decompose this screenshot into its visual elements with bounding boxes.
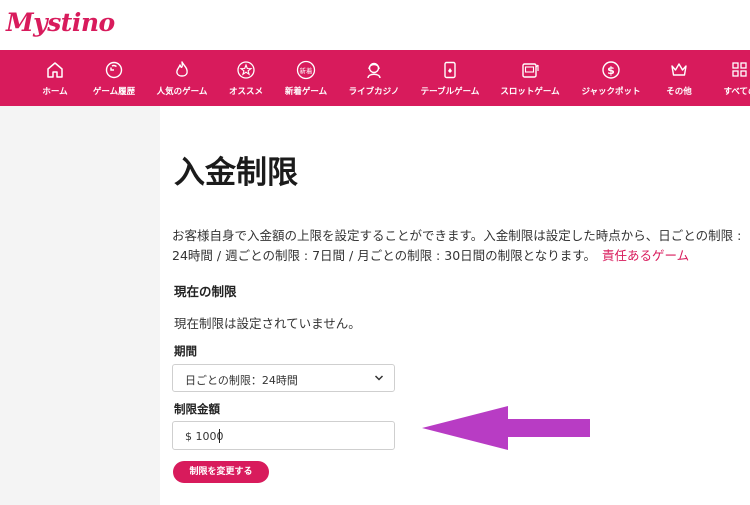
- nav-item-all[interactable]: すべての: [716, 50, 750, 106]
- dollar-coin-icon: $: [602, 61, 620, 79]
- home-icon: [47, 62, 63, 78]
- period-label: 期間: [174, 344, 197, 358]
- nav-label: 新着ゲーム: [284, 87, 328, 97]
- nav-item-jackpot[interactable]: $ ジャックポット: [580, 50, 642, 106]
- nav-label: ゲーム履歴: [92, 87, 136, 97]
- nav-item-home[interactable]: ホーム: [36, 50, 74, 106]
- limit-amount-input[interactable]: $ 1000: [172, 421, 395, 450]
- nav-label: オススメ: [228, 87, 263, 97]
- crown-icon: [671, 63, 687, 76]
- nav-label: ホーム: [42, 87, 68, 97]
- nav-item-popular[interactable]: 人気のゲーム: [153, 50, 211, 106]
- nav-item-new-games[interactable]: 新着 新着ゲーム: [282, 50, 330, 106]
- history-icon: [105, 61, 123, 79]
- main-nav: ホーム ゲーム履歴 人気のゲーム オススメ 新着 新着ゲーム ライブカジノ テー…: [0, 50, 750, 106]
- nav-item-history[interactable]: ゲーム履歴: [89, 50, 139, 106]
- grid-icon: [732, 62, 747, 77]
- limit-amount-value: $ 1000: [185, 430, 224, 443]
- nav-item-slot-games[interactable]: スロットゲーム: [498, 50, 562, 106]
- period-select[interactable]: 日ごとの制限：24時間: [172, 364, 395, 392]
- svg-text:$: $: [607, 64, 615, 77]
- cards-icon: [444, 61, 456, 79]
- amount-label: 制限金額: [174, 402, 220, 416]
- new-badge-text: 新着: [300, 66, 314, 75]
- change-limit-button[interactable]: 制限を変更する: [173, 461, 269, 483]
- deposit-limit-description: お客様自身で入金額の上限を設定することができます。入金制限は設定した時点から、日…: [172, 226, 744, 266]
- current-limit-text: 現在制限は設定されていません。: [174, 316, 361, 331]
- nav-label: すべての: [723, 87, 750, 97]
- new-badge-icon: 新着: [296, 60, 316, 80]
- responsible-gaming-link[interactable]: 責任あるゲーム: [602, 248, 689, 263]
- nav-label: ジャックポット: [581, 87, 641, 97]
- chevron-down-icon: [374, 375, 384, 381]
- nav-label: スロットゲーム: [500, 87, 560, 97]
- annotation-arrow: [422, 406, 590, 450]
- slot-machine-icon: [522, 63, 539, 78]
- nav-item-recommended[interactable]: オススメ: [228, 50, 264, 106]
- nav-label: ライブカジノ: [348, 87, 400, 97]
- period-selected-value: 日ごとの制限：24時間: [185, 374, 298, 387]
- top-bar: Mystino: [0, 0, 750, 50]
- flame-icon: [176, 61, 188, 77]
- arrow-shape: [422, 406, 590, 450]
- star-icon: [237, 61, 255, 79]
- page-title: 入金制限: [174, 155, 298, 191]
- dealer-icon: [367, 62, 381, 79]
- nav-label: その他: [666, 87, 692, 97]
- nav-label: テーブルゲーム: [420, 87, 480, 97]
- nav-item-other[interactable]: その他: [662, 50, 696, 106]
- current-limit-heading: 現在の制限: [174, 284, 237, 299]
- nav-item-live-casino[interactable]: ライブカジノ: [346, 50, 402, 106]
- nav-label: 人気のゲーム: [156, 87, 208, 97]
- mystino-logo[interactable]: Mystino: [6, 8, 115, 37]
- text-caret: [219, 429, 220, 443]
- nav-item-table-games[interactable]: テーブルゲーム: [418, 50, 482, 106]
